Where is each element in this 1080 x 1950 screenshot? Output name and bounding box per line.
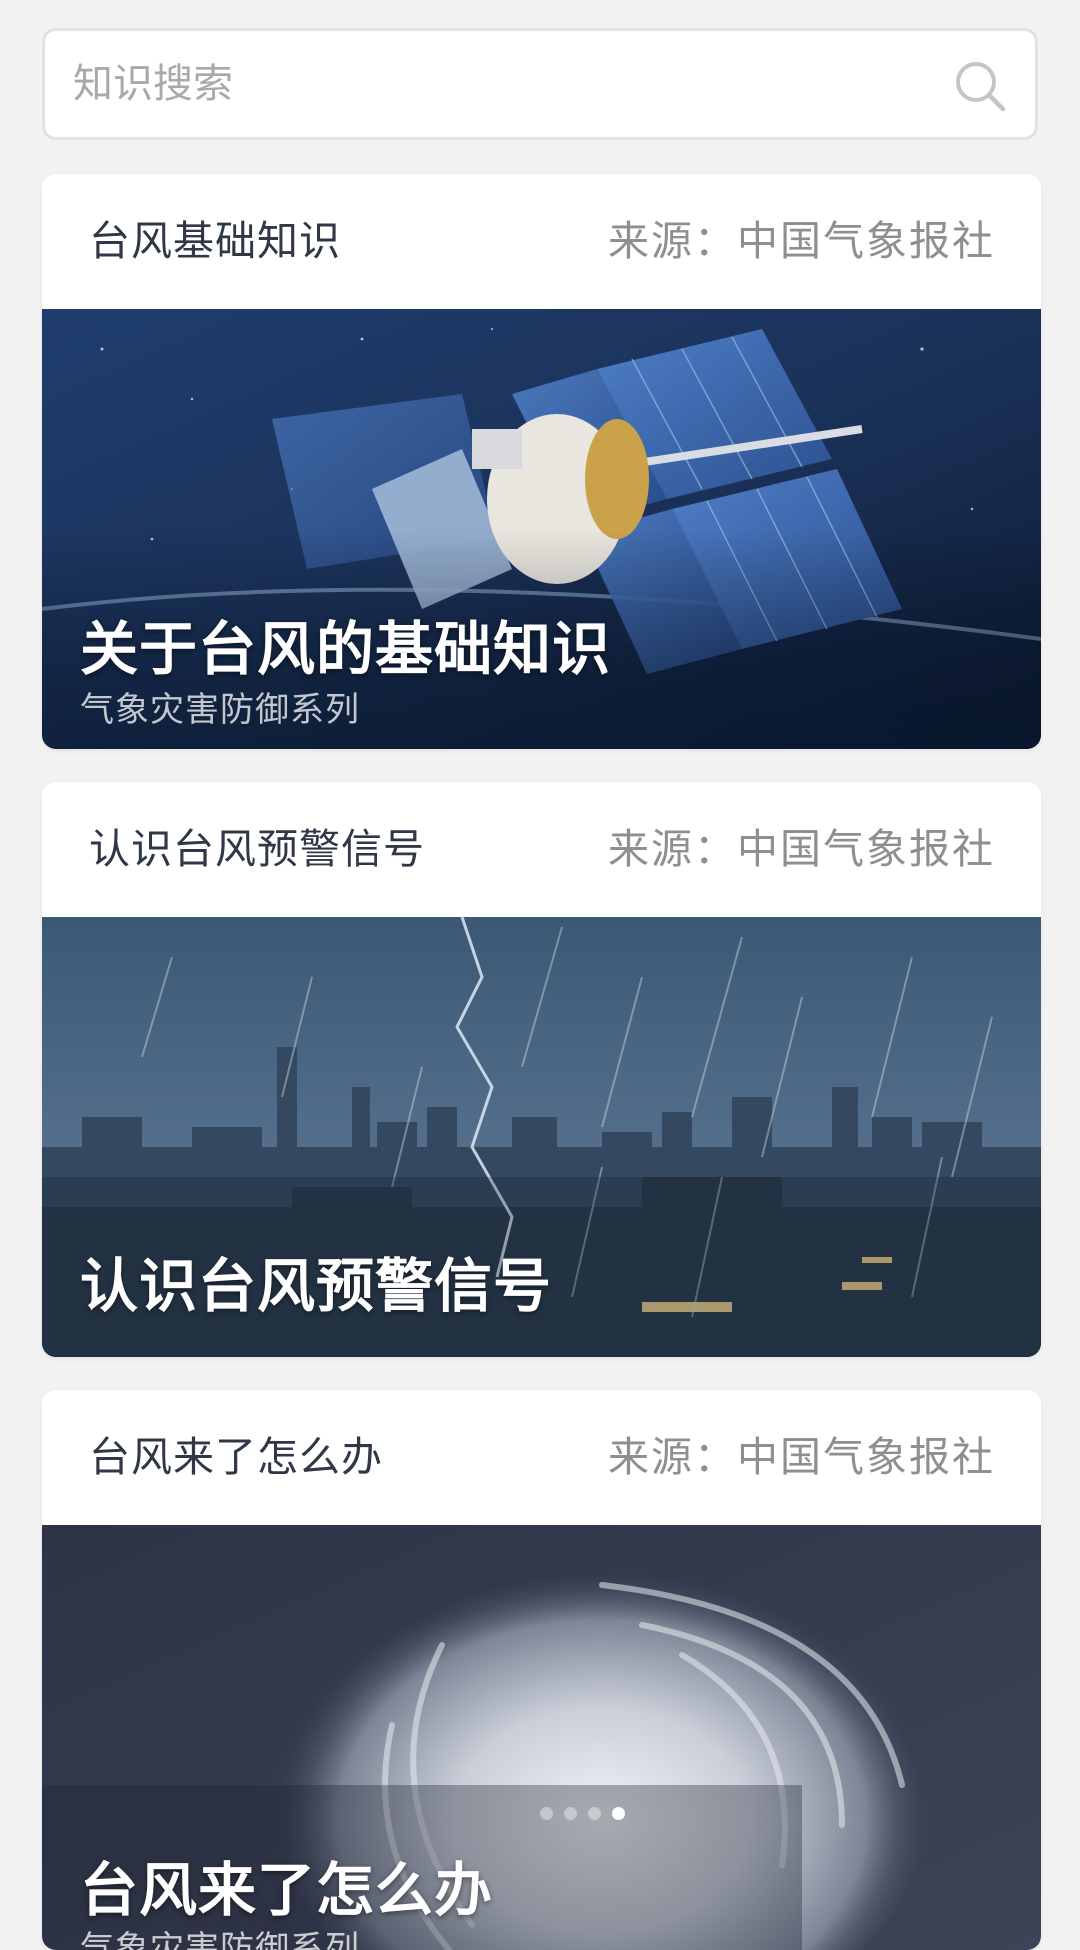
card-source: 来源：中国气象报社 [608, 1433, 995, 1481]
carousel-dot[interactable] [564, 1807, 577, 1820]
card-source: 来源：中国气象报社 [608, 825, 995, 873]
carousel-dots[interactable] [540, 1807, 625, 1820]
carousel-dot[interactable] [540, 1807, 553, 1820]
card-banner-image[interactable]: 关于台风的基础知识 气象灾害防御系列 [42, 309, 1041, 749]
card-header: 认识台风预警信号 来源：中国气象报社 [42, 782, 1041, 917]
card-title: 台风来了怎么办 [89, 1433, 383, 1481]
carousel-dot[interactable] [588, 1807, 601, 1820]
card-title: 台风基础知识 [89, 217, 341, 265]
card-banner-image[interactable]: 认识台风预警信号 [42, 917, 1041, 1357]
card-banner-image[interactable]: 台风来了怎么办 气象灾害防御系列 [42, 1525, 1041, 1950]
carousel-dot-active[interactable] [612, 1807, 625, 1820]
card-overlay-subtitle: 气象灾害防御系列 [80, 1929, 360, 1950]
knowledge-card-warning-signals[interactable]: 认识台风预警信号 来源：中国气象报社 认识台风预警信号 [42, 782, 1041, 1357]
card-overlay-title: 认识台风预警信号 [80, 1252, 553, 1320]
knowledge-card-what-to-do[interactable]: 台风来了怎么办 来源：中国气象报社 台风来了怎么办 气象灾害防御系列 [42, 1390, 1041, 1950]
search-input[interactable] [45, 31, 925, 137]
knowledge-card-typhoon-basics[interactable]: 台风基础知识 来源：中国气象报社 关于台风的基础知识 气象灾害防御系列 [42, 174, 1041, 749]
card-source: 来源：中国气象报社 [608, 217, 995, 265]
search-bar[interactable] [42, 28, 1038, 140]
card-header: 台风来了怎么办 来源：中国气象报社 [42, 1390, 1041, 1525]
card-title: 认识台风预警信号 [89, 825, 425, 873]
card-overlay-title: 台风来了怎么办 [80, 1856, 494, 1924]
card-overlay-title: 关于台风的基础知识 [80, 615, 612, 683]
search-icon[interactable] [951, 57, 1009, 115]
card-overlay-subtitle: 气象灾害防御系列 [80, 690, 360, 730]
card-header: 台风基础知识 来源：中国气象报社 [42, 174, 1041, 309]
